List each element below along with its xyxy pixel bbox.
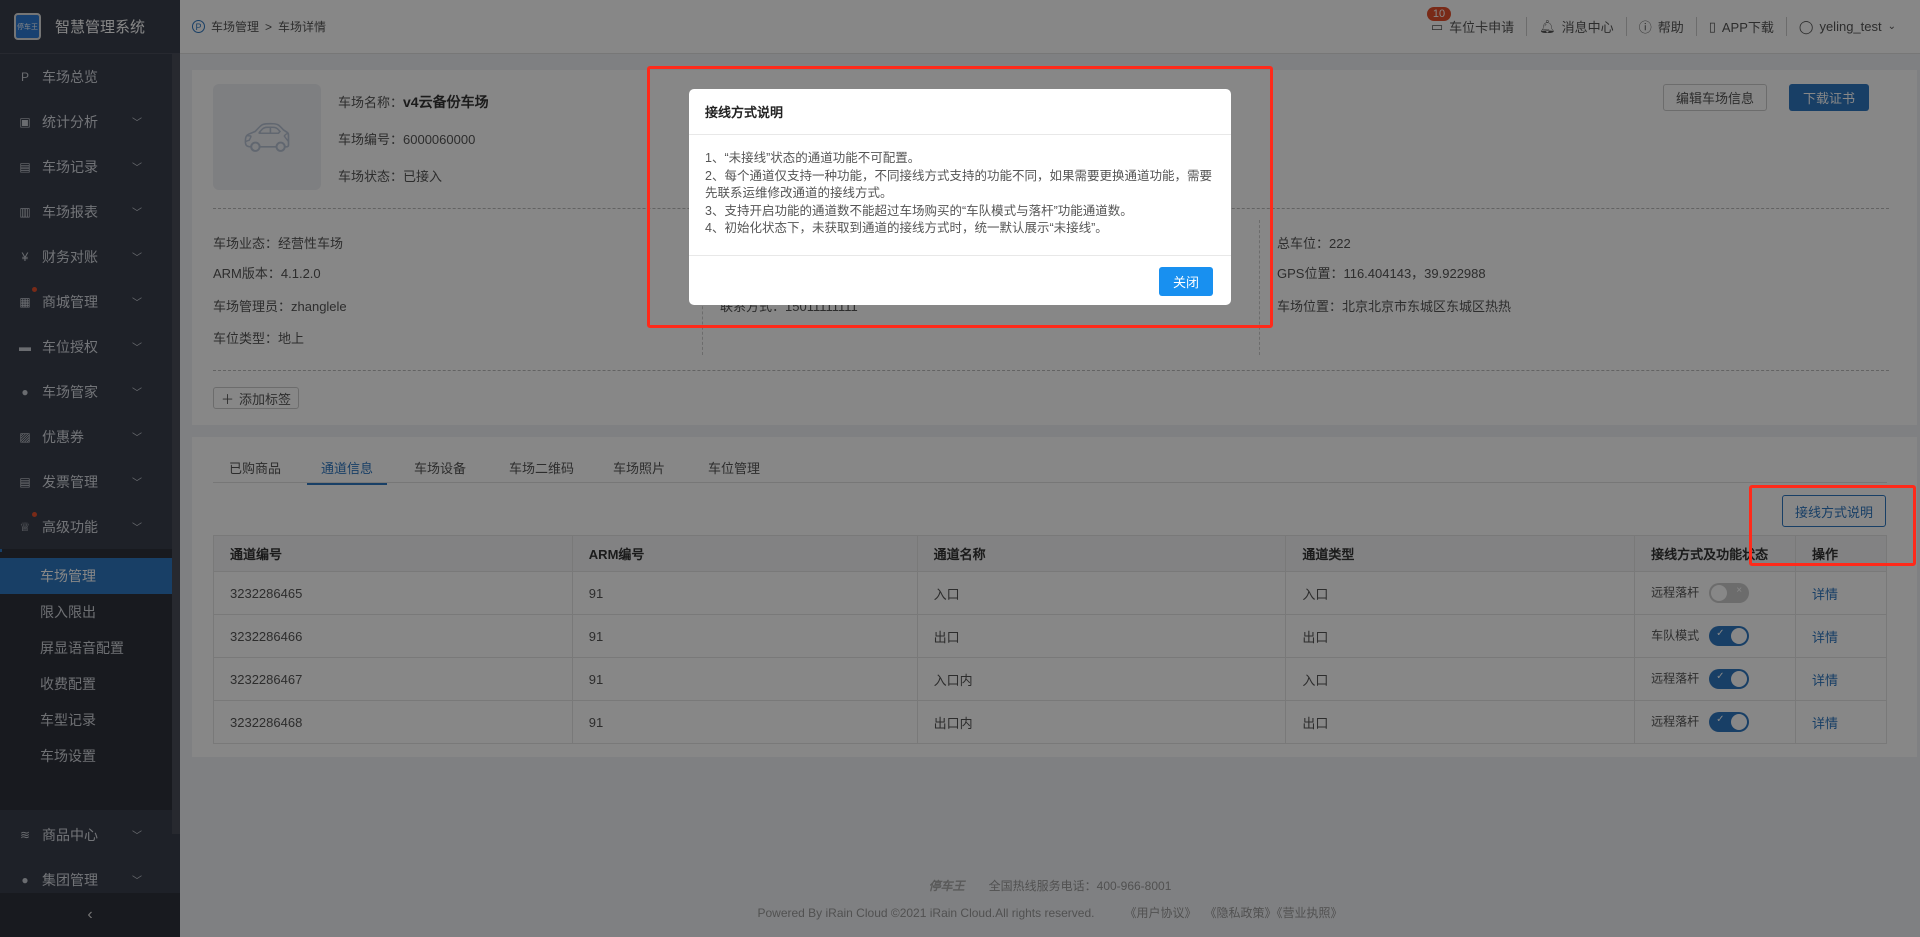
highlight-box-dialog [647,66,1273,328]
highlight-box-button [1749,485,1916,566]
